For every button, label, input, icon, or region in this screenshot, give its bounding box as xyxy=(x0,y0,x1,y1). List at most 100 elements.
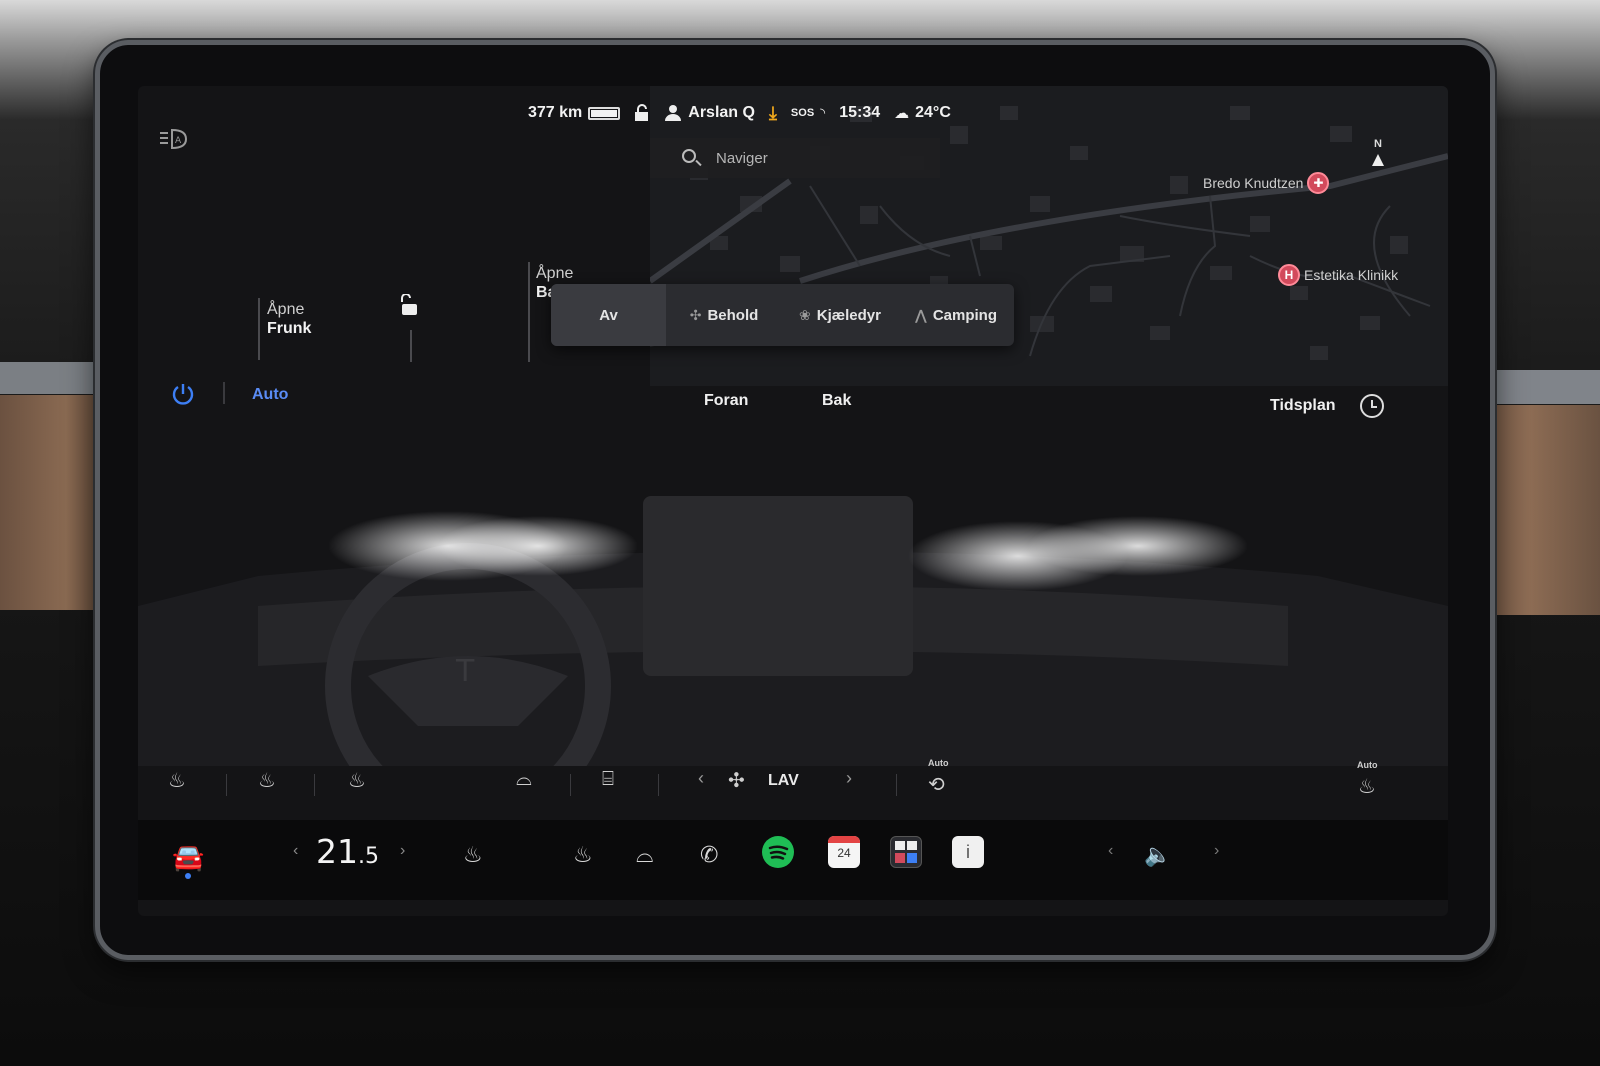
wood-trim-left xyxy=(0,395,110,610)
tab-rear[interactable]: Bak xyxy=(822,392,851,410)
hospital-pin-icon: H xyxy=(1278,264,1300,286)
range-indicator[interactable]: 377 km xyxy=(528,104,621,122)
frunk-label-line1: Åpne xyxy=(267,301,305,318)
hospital-pin-icon: ✚ xyxy=(1307,172,1330,194)
ctl-divider xyxy=(658,774,659,796)
seat-heater-right-icon[interactable]: ♨ xyxy=(348,768,366,793)
time-value: 15:34 xyxy=(839,104,881,121)
climate-controls-bar: ♨ ♨ ♨ ⌓ ⌸ ‹ ✣ LAV › Auto ⟲ Auto ♨ xyxy=(138,754,1448,814)
search-placeholder: Naviger xyxy=(716,149,768,167)
bottom-dock: 🚘 ‹ 21.5 › ♨ ♨ ⌓ ✆ 24 i ‹ 🔈 › xyxy=(138,820,1448,900)
tent-icon: ⋀ xyxy=(915,306,927,323)
wiper-icon[interactable]: ⌓ xyxy=(636,842,653,868)
front-defrost-icon[interactable]: ⌓ xyxy=(516,768,532,791)
fan-icon: ✣ xyxy=(689,306,702,323)
status-bar: 377 km Arslan Q ⤓ SOS ◝ 15:34 ☁ 24°C xyxy=(528,98,951,128)
ctl-divider xyxy=(570,774,571,796)
fan-icon: ✣ xyxy=(728,770,745,792)
lock-status[interactable] xyxy=(634,104,650,122)
range-value: 377 km xyxy=(528,104,583,121)
unlock-icon[interactable] xyxy=(400,293,420,316)
compass-north-label: N xyxy=(1374,138,1382,150)
seat-climate-auto-label: Auto xyxy=(1357,760,1378,770)
download-icon[interactable]: ⤓ xyxy=(769,103,777,124)
schedule-button[interactable]: Tidsplan xyxy=(1270,397,1336,415)
svg-text:T: T xyxy=(455,654,475,689)
clock: 15:34 xyxy=(839,104,880,122)
volume-icon[interactable]: 🔈 xyxy=(1144,842,1171,868)
steering-heater-icon[interactable]: ♨ xyxy=(573,842,593,868)
climate-power-icon[interactable] xyxy=(171,382,195,406)
trunk-divider xyxy=(528,262,530,362)
poi-label: Estetika Klinikk xyxy=(1304,267,1399,283)
driver-profile[interactable]: Arslan Q xyxy=(664,104,755,122)
temperature-whole: 21 xyxy=(316,832,358,871)
lock-icon xyxy=(635,104,649,121)
mode-dog-label: Kjæledyr xyxy=(816,306,881,324)
driver-name: Arslan Q xyxy=(688,104,755,121)
mode-off-label: Av xyxy=(599,306,618,324)
sos-indicator[interactable]: SOS ◝ xyxy=(791,105,825,121)
volume-decrease-chevron-icon[interactable]: ‹ xyxy=(1108,842,1113,860)
temp-increase-chevron-icon[interactable]: › xyxy=(400,842,405,860)
seat-heater-left-icon[interactable]: ♨ xyxy=(168,768,186,793)
mode-off-button[interactable]: Av xyxy=(551,284,666,346)
temperature-decimal: .5 xyxy=(358,844,379,869)
poi-bredo-knudtzen[interactable]: Bredo Knudtzen ✚ xyxy=(1203,172,1330,194)
paw-icon: ❀ xyxy=(799,306,811,323)
volume-increase-chevron-icon[interactable]: › xyxy=(1214,842,1219,860)
mode-camp-button[interactable]: ⋀ Camping xyxy=(898,284,1014,346)
ctl-divider xyxy=(314,774,315,796)
header-divider xyxy=(223,382,225,404)
phone-icon[interactable]: ✆ xyxy=(700,842,718,868)
fan-decrease-chevron-icon[interactable]: ‹ xyxy=(698,768,704,789)
app-launcher-icon[interactable] xyxy=(890,836,922,868)
tab-front[interactable]: Foran xyxy=(704,392,748,410)
car-icon[interactable]: 🚘 xyxy=(172,842,204,873)
weather: ☁ 24°C xyxy=(894,104,951,122)
poi-label: Bredo Knudtzen xyxy=(1203,175,1304,191)
svg-text:A: A xyxy=(175,136,182,146)
cabin-airflow-visualization[interactable]: T xyxy=(138,466,1448,829)
heading-arrow-icon xyxy=(1372,154,1384,166)
calendar-icon[interactable]: 24 xyxy=(828,836,860,868)
trunk-label-line1: Åpne xyxy=(536,265,574,282)
mode-keep-button[interactable]: ✣ Behold xyxy=(666,284,782,346)
fan-increase-chevron-icon[interactable]: › xyxy=(846,768,852,789)
profile-icon xyxy=(665,105,682,121)
ctl-divider xyxy=(226,774,227,796)
navigation-search[interactable]: Naviger xyxy=(650,138,940,178)
open-frunk-button[interactable]: Åpne Frunk xyxy=(267,300,311,338)
car-dash-rail-left xyxy=(0,362,110,394)
seat-heater-rear-icon[interactable]: ♨ xyxy=(1358,774,1376,799)
mode-keep-label: Behold xyxy=(707,306,759,324)
search-icon xyxy=(682,149,696,163)
clock-icon[interactable] xyxy=(1360,394,1384,418)
outside-temperature: 24°C xyxy=(915,104,951,121)
steering-wheel-heater-icon[interactable]: ♨ xyxy=(258,768,276,793)
signal-icon: ◝ xyxy=(820,105,826,120)
mode-camp-label: Camping xyxy=(932,306,997,324)
touchscreen: Naviger Bredo Knudtzen ✚ H Estetika Klin… xyxy=(138,86,1448,916)
fan-speed-value: LAV xyxy=(768,772,799,789)
poi-estetika-klinikk[interactable]: H Estetika Klinikk xyxy=(1278,264,1398,286)
active-indicator xyxy=(185,873,191,879)
recirculation-icon[interactable]: ⟲ xyxy=(928,772,945,797)
lock-divider xyxy=(410,330,412,362)
sos-label: SOS xyxy=(790,107,815,119)
keep-climate-popup: Av ✣ Behold ❀ Kjæledyr ⋀ Camping xyxy=(551,284,1014,346)
manual-info-icon[interactable]: i xyxy=(952,836,984,868)
frunk-label-line2: Frunk xyxy=(267,320,312,337)
temp-decrease-chevron-icon[interactable]: ‹ xyxy=(293,842,298,860)
compass[interactable]: N xyxy=(1353,138,1403,178)
seat-heater-icon[interactable]: ♨ xyxy=(463,842,483,868)
rear-defrost-icon[interactable]: ⌸ xyxy=(602,768,614,791)
headlight-auto-icon[interactable]: A xyxy=(160,128,190,152)
mode-dog-button[interactable]: ❀ Kjæledyr xyxy=(782,284,898,346)
cabin-temperature[interactable]: 21.5 xyxy=(316,832,379,871)
climate-auto-button[interactable]: Auto xyxy=(252,386,288,404)
frunk-divider xyxy=(258,298,260,360)
recirc-auto-label: Auto xyxy=(928,758,949,768)
ctl-divider xyxy=(896,774,897,796)
spotify-icon[interactable] xyxy=(762,836,794,868)
